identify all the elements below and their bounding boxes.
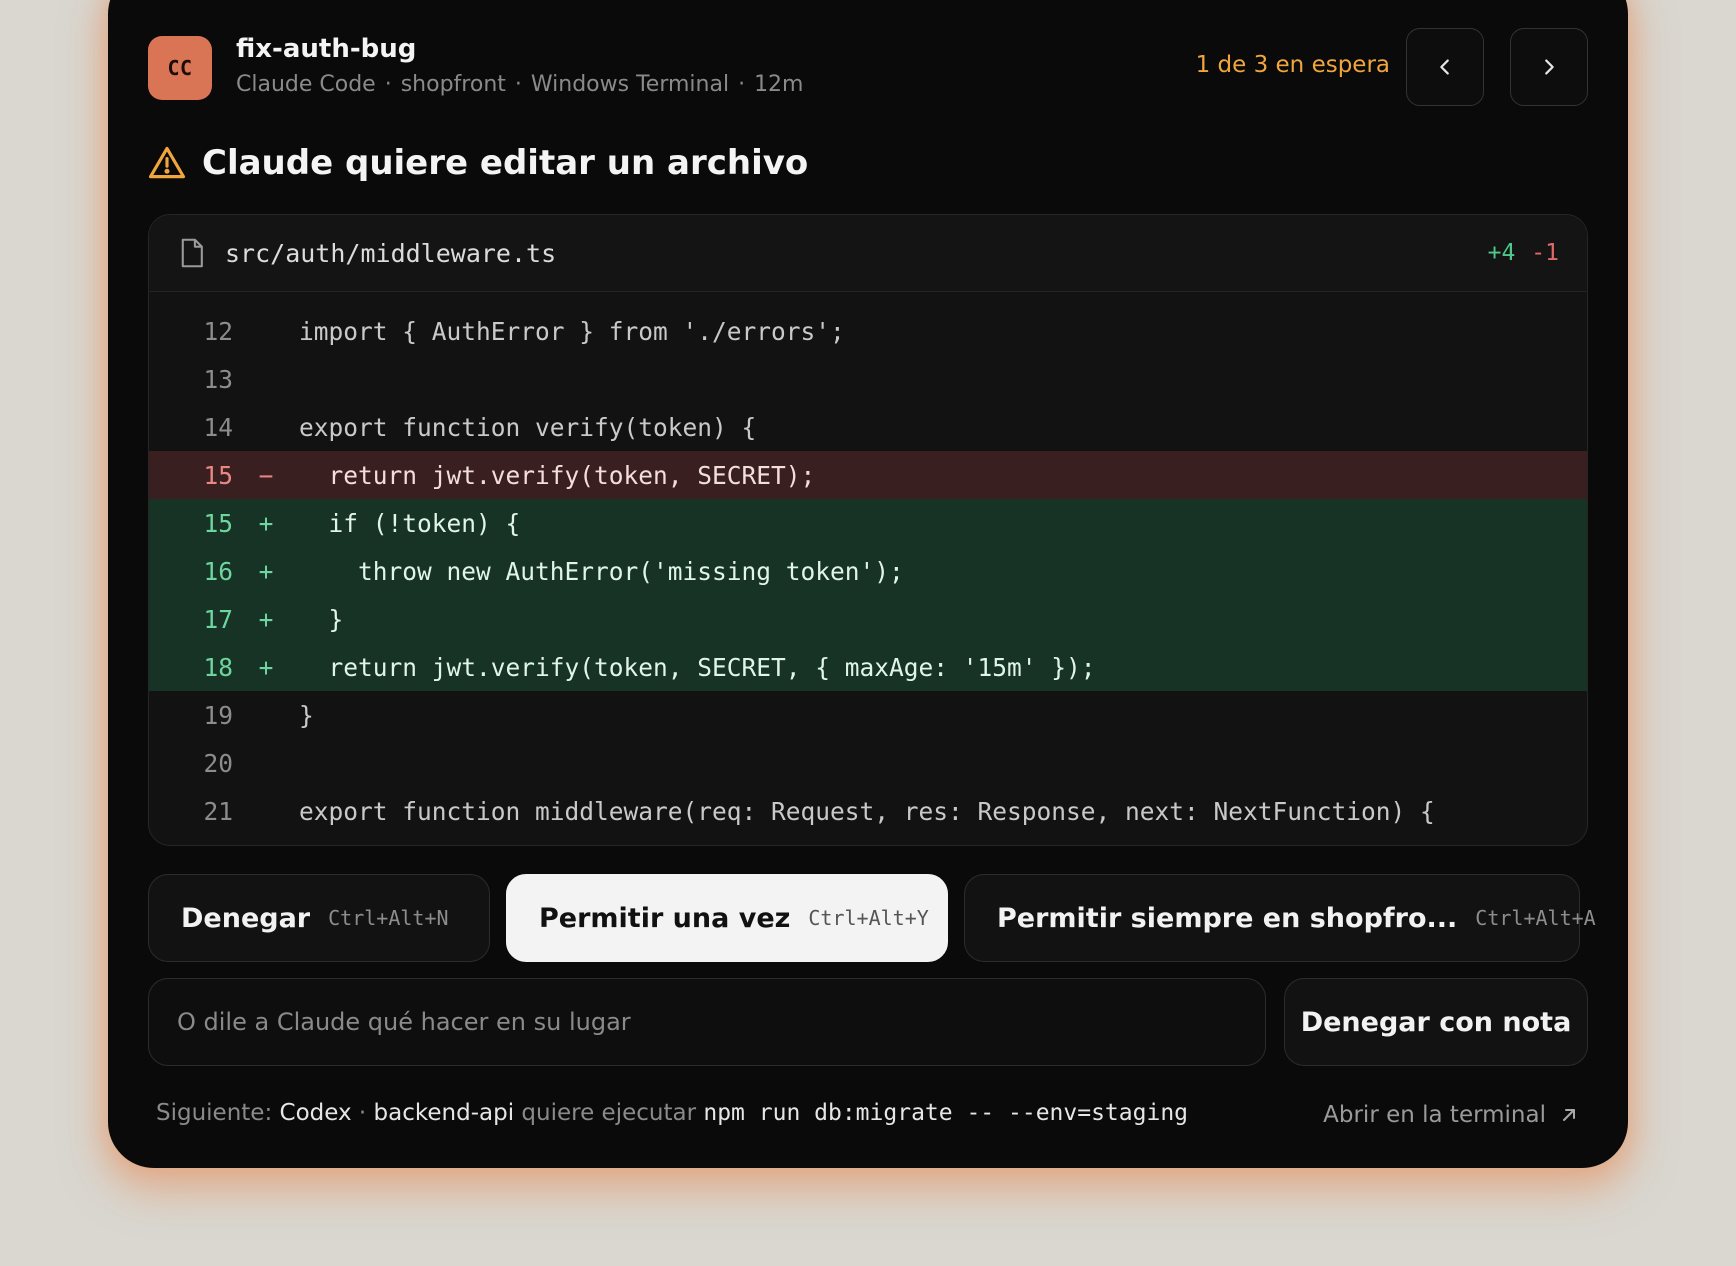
session-meta: Claude Code · shopfront · Windows Termin…: [236, 72, 804, 97]
line-number: 15: [203, 508, 233, 538]
card-content: CC fix-auth-bug Claude Code · shopfront …: [148, 0, 1596, 1146]
diff-line-add: 17 + }: [149, 595, 1587, 643]
line-number: 17: [203, 604, 233, 634]
next-separator: ·: [358, 1100, 367, 1126]
diff-sign: +: [258, 652, 274, 682]
previous-request-button[interactable]: [1406, 28, 1484, 106]
diff-line-add: 16 + throw new AuthError('missing token')…: [149, 547, 1587, 595]
session-title: fix-auth-bug: [236, 34, 417, 64]
note-input[interactable]: [148, 978, 1266, 1066]
diff-sign: +: [258, 604, 274, 634]
alert-title: Claude quiere editar un archivo: [202, 143, 809, 183]
note-row: Denegar con nota: [148, 978, 1588, 1066]
diff-line-context: 21 export function middleware(req: Reques…: [149, 787, 1587, 835]
code-text: }: [299, 604, 344, 634]
code-text: export function verify(token) {: [299, 412, 757, 442]
line-number: 16: [203, 556, 233, 586]
line-number: 19: [203, 700, 233, 730]
line-number: 20: [203, 748, 233, 778]
diff-line-context: 19}: [149, 691, 1587, 739]
allow-once-label: Permitir una vez: [539, 902, 791, 934]
code-text: return jwt.verify(token, SECRET);: [299, 460, 816, 490]
line-number: 13: [203, 364, 233, 394]
session-agent: Claude Code: [236, 72, 376, 97]
chevron-right-icon: [1545, 59, 1554, 75]
diff-line-add: 15 + if (!token) {: [149, 499, 1587, 547]
session-elapsed: 12m: [754, 72, 804, 97]
diff-sign: +: [258, 556, 274, 586]
deletions-count: -1: [1531, 240, 1559, 266]
allow-once-shortcut: Ctrl+Alt+Y: [808, 906, 929, 930]
deny-with-note-button[interactable]: Denegar con nota: [1284, 978, 1588, 1066]
line-number: 18: [203, 652, 233, 682]
diff-sign: −: [258, 460, 274, 490]
deny-shortcut: Ctrl+Alt+N: [328, 906, 449, 930]
deny-button[interactable]: Denegar Ctrl+Alt+N: [148, 874, 490, 962]
warning-icon: [148, 146, 186, 179]
code-text: return jwt.verify(token, SECRET, { maxAg…: [299, 652, 1096, 682]
code-text: }: [299, 700, 314, 730]
code-text: throw new AuthError('missing token');: [299, 556, 904, 586]
open-in-terminal-label: Abrir en la terminal: [1323, 1102, 1546, 1128]
line-number: 14: [203, 412, 233, 442]
code-text: import { AuthError } from './errors';: [299, 316, 845, 346]
meta-separator: ·: [384, 72, 392, 97]
file-icon: [181, 238, 203, 268]
next-verb: quiere ejecutar: [521, 1100, 697, 1126]
session-project: shopfront: [400, 72, 506, 97]
avatar: CC: [148, 36, 212, 100]
next-command: npm run db:migrate -- --env=staging: [703, 1100, 1189, 1126]
allow-always-shortcut: Ctrl+Alt+A: [1475, 906, 1596, 930]
diff-code: 12 import { AuthError } from './errors'; 1…: [149, 292, 1587, 845]
diff-line-del: 15− return jwt.verify(token, SECRET);: [149, 451, 1587, 499]
meta-separator: ·: [738, 72, 746, 97]
allow-always-label: Permitir siempre en shopfro...: [997, 902, 1458, 934]
code-text: if (!token) {: [299, 508, 521, 538]
next-prefix: Siguiente:: [156, 1100, 273, 1126]
deny-label: Denegar: [181, 902, 311, 934]
next-request-summary: Siguiente: Codex · backend-api quiere ej…: [156, 1100, 1188, 1126]
diff-line-add: 18 + return jwt.verify(token, SECRET, { m…: [149, 643, 1587, 691]
diff-line-context: 13: [149, 355, 1587, 403]
line-number: 12: [203, 316, 233, 346]
diff-line-context: 20: [149, 739, 1587, 787]
code-text: export function middleware(req: Request,…: [299, 796, 1435, 826]
line-number: 21: [203, 796, 233, 826]
external-link-icon: [1563, 1109, 1575, 1121]
diff-panel: src/auth/middleware.ts +4 -1 12 import { …: [148, 214, 1588, 846]
session-header: CC fix-auth-bug Claude Code · shopfront …: [148, 0, 1588, 110]
footer: Siguiente: Codex · backend-api quiere ej…: [148, 1086, 1588, 1146]
line-number: 15: [203, 460, 233, 490]
allow-once-button[interactable]: Permitir una vez Ctrl+Alt+Y: [506, 874, 948, 962]
permission-alert: Claude quiere editar un archivo: [148, 128, 1588, 198]
diff-header: src/auth/middleware.ts +4 -1: [149, 215, 1587, 292]
diff-line-context: 14 export function verify(token) {: [149, 403, 1587, 451]
next-request-button[interactable]: [1510, 28, 1588, 106]
queue-status: 1 de 3 en espera: [1195, 52, 1390, 78]
meta-separator: ·: [514, 72, 522, 97]
diff-line-context: 12 import { AuthError } from './errors';: [149, 307, 1587, 355]
action-buttons: Denegar Ctrl+Alt+N Permitir una vez Ctrl…: [148, 874, 1596, 962]
additions-count: +4: [1487, 240, 1516, 266]
permission-card: CC fix-auth-bug Claude Code · shopfront …: [108, 0, 1628, 1168]
allow-always-button[interactable]: Permitir siempre en shopfro... Ctrl+Alt+…: [964, 874, 1596, 962]
open-in-terminal-link[interactable]: Abrir en la terminal: [1323, 1102, 1578, 1128]
chevron-left-icon: [1440, 59, 1449, 75]
diff-sign: +: [258, 508, 274, 538]
file-path: src/auth/middleware.ts: [225, 238, 557, 268]
next-agent: Codex: [279, 1100, 352, 1126]
session-app: Windows Terminal: [530, 72, 730, 97]
next-project: backend-api: [373, 1100, 515, 1126]
